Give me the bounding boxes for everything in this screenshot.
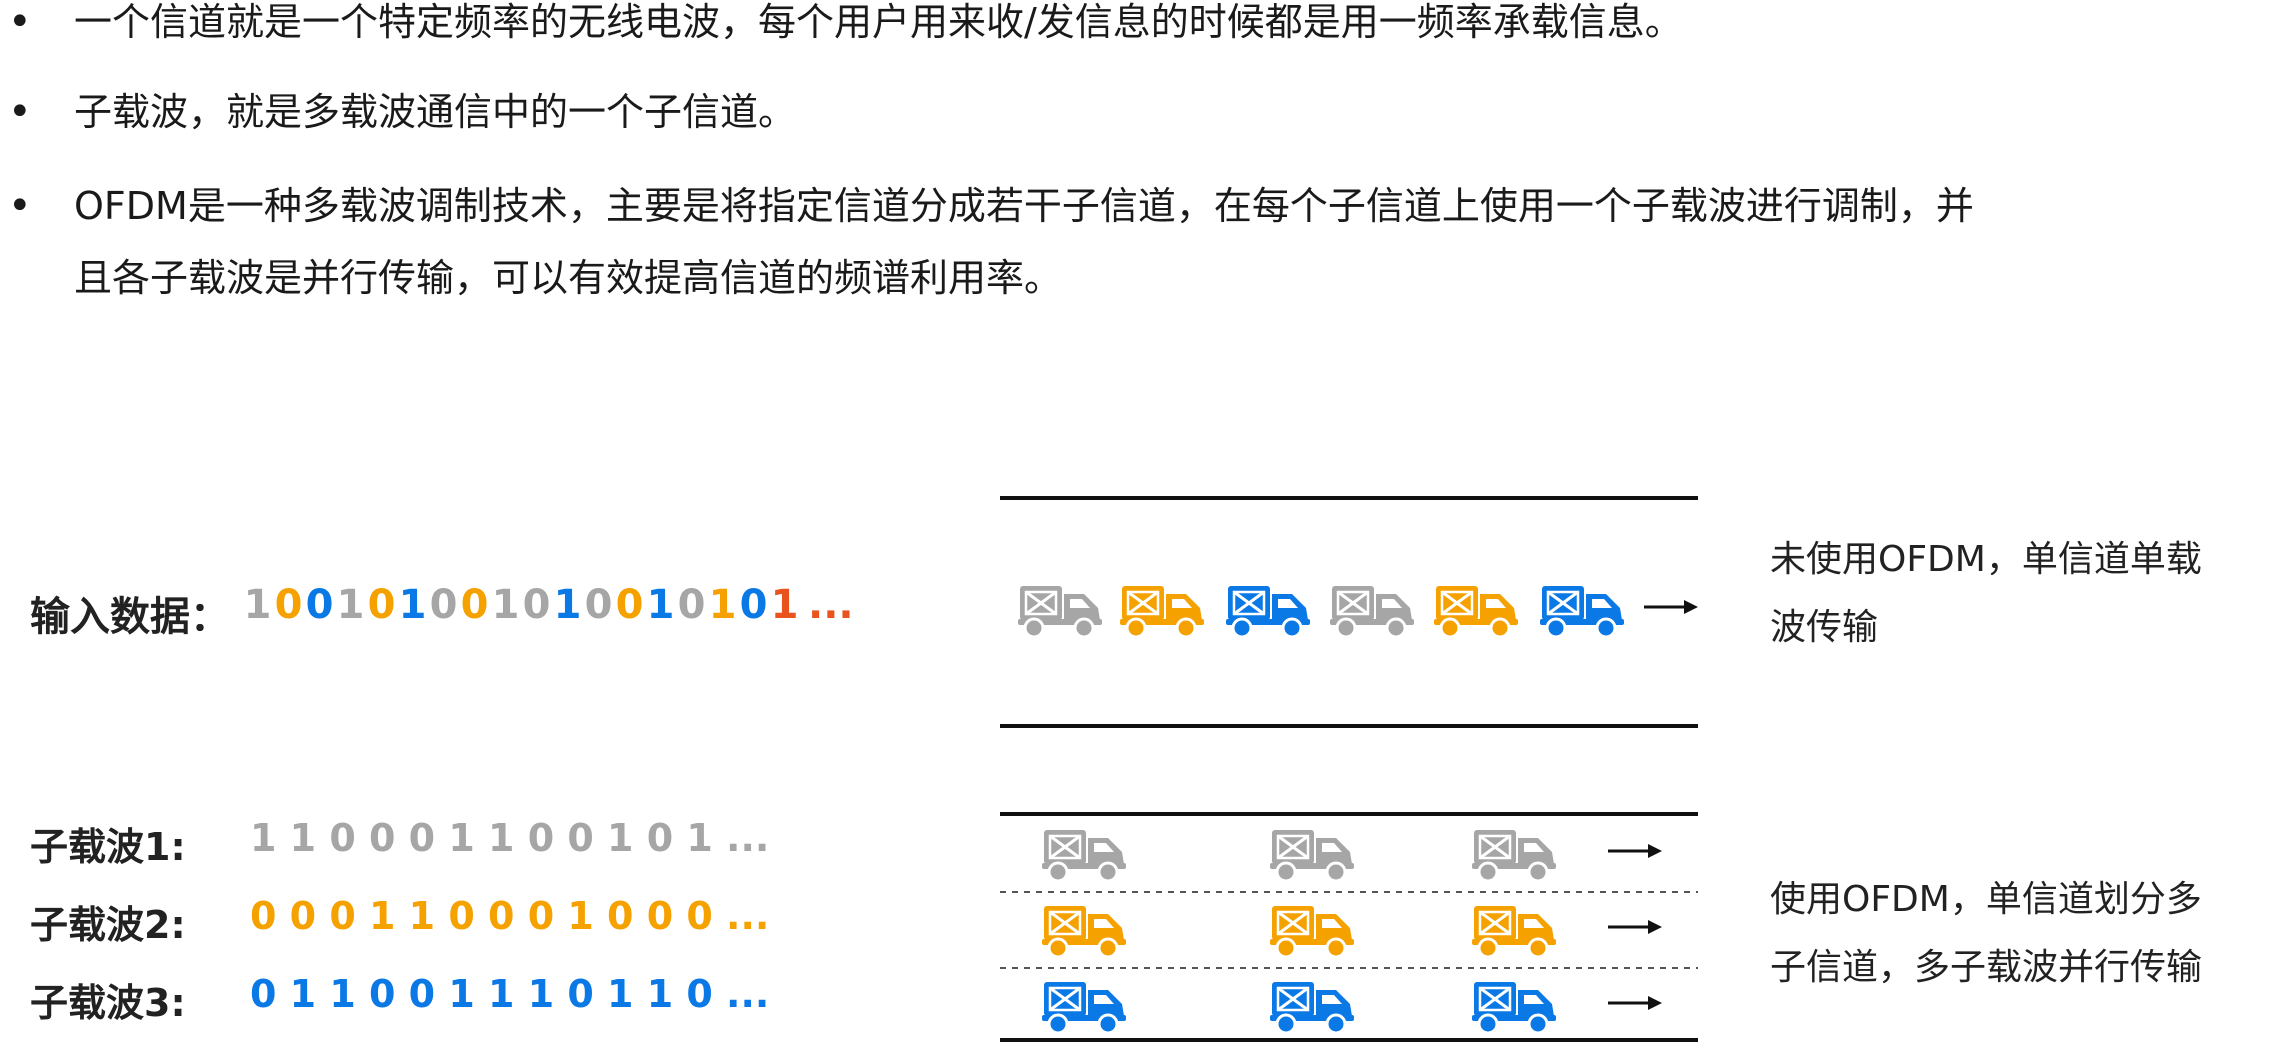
delivery-truck-icon: [1018, 586, 1102, 639]
delivery-truck-icon: [1270, 982, 1354, 1035]
delivery-truck-icon: [1472, 830, 1556, 883]
delivery-truck-icon: [1472, 982, 1556, 1035]
delivery-truck-icon: [1330, 586, 1414, 639]
right-arrow-icon: [1608, 920, 1662, 934]
ofdm-lane-diagram: [1000, 496, 1698, 1042]
delivery-truck-icon: [1434, 586, 1518, 639]
delivery-truck-icon: [1270, 830, 1354, 883]
delivery-truck-icon: [1042, 830, 1126, 883]
delivery-truck-icon: [1270, 906, 1354, 959]
delivery-truck-icon: [1472, 906, 1556, 959]
delivery-truck-icon: [1226, 586, 1310, 639]
delivery-truck-icon: [1120, 586, 1204, 639]
right-arrow-icon: [1608, 996, 1662, 1010]
right-arrow-icon: [1644, 600, 1698, 614]
right-arrow-icon: [1608, 844, 1662, 858]
delivery-truck-icon: [1042, 982, 1126, 1035]
delivery-truck-icon: [1540, 586, 1624, 639]
delivery-truck-icon: [1042, 906, 1126, 959]
